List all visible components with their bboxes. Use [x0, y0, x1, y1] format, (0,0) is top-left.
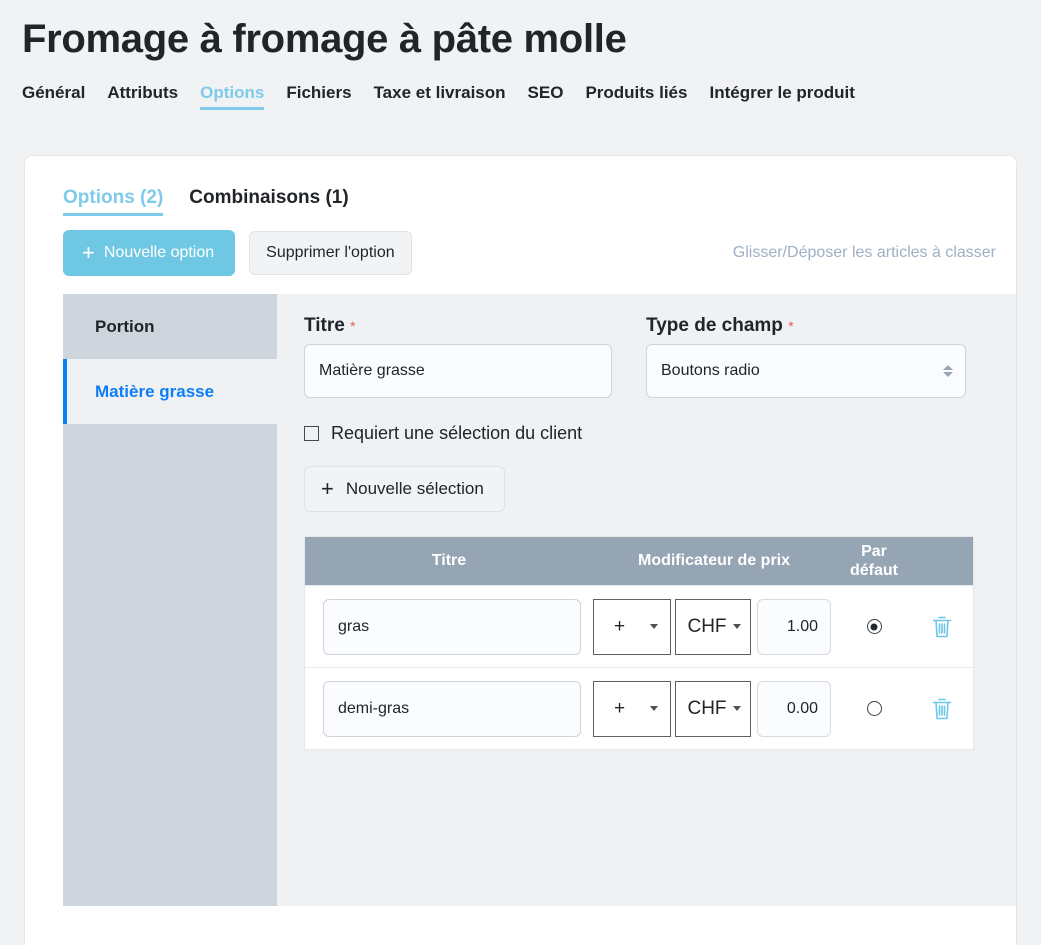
default-radio-cell: [835, 701, 913, 716]
required-marker: *: [788, 318, 794, 334]
option-list-item-matiere-grasse[interactable]: Matière grasse: [63, 359, 277, 424]
chevron-down-icon: [732, 706, 741, 711]
header-title: Titre: [431, 552, 467, 569]
price-modifier-cell: + CHF: [593, 598, 835, 655]
plus-icon: +: [82, 240, 95, 265]
default-radio-cell: [835, 619, 913, 634]
currency-select[interactable]: CHF: [675, 680, 751, 737]
currency-select[interactable]: CHF: [675, 598, 751, 655]
price-amount-input[interactable]: [757, 680, 831, 737]
tab-taxe-et-livraison[interactable]: Taxe et livraison: [374, 84, 522, 110]
delete-option-button[interactable]: Supprimer l'option: [249, 231, 412, 275]
selection-title-input[interactable]: [323, 598, 581, 655]
table-row: + CHF: [305, 667, 973, 749]
options-card: Options (2) Combinaisons (1) + Nouvelle …: [24, 155, 1017, 945]
tab-attributs[interactable]: Attributs: [107, 84, 194, 110]
required-marker: *: [350, 318, 356, 334]
field-type-group: Type de champ * Boutons radio: [646, 316, 966, 398]
chevron-down-icon: [732, 624, 741, 629]
table-row: + CHF: [305, 585, 973, 667]
page-title: Fromage à fromage à pâte molle: [22, 17, 627, 61]
price-amount-input[interactable]: [757, 598, 831, 655]
option-list: Portion Matière grasse: [63, 294, 277, 906]
new-option-label: Nouvelle option: [103, 244, 215, 261]
new-option-button[interactable]: + Nouvelle option: [63, 230, 236, 276]
currency-value: CHF: [687, 697, 727, 719]
title-field-label: Titre *: [304, 316, 612, 335]
title-field-group: Titre *: [304, 316, 612, 398]
selections-table: Titre Modificateur de prix Par défaut +: [304, 536, 974, 750]
plus-icon: +: [321, 476, 334, 501]
new-selection-button[interactable]: + Nouvelle sélection: [304, 466, 505, 512]
option-title-input[interactable]: [304, 344, 612, 398]
title-label-text: Titre: [304, 315, 345, 336]
tab-general[interactable]: Général: [22, 84, 101, 110]
require-selection-checkbox[interactable]: [304, 425, 319, 441]
header-price-modifier: Modificateur de prix: [637, 552, 791, 569]
sub-tab-combinaisons[interactable]: Combinaisons (1): [189, 188, 348, 216]
field-type-label-text: Type de champ: [646, 315, 783, 336]
drag-drop-hint: Glisser/Déposer les articles à classer: [732, 244, 996, 261]
chevron-down-icon: [650, 624, 658, 629]
selections-table-header: Titre Modificateur de prix Par défaut: [305, 537, 973, 585]
header-default-line2: défaut: [850, 562, 898, 579]
operator-value: +: [614, 697, 626, 719]
header-default: Par défaut: [835, 542, 913, 580]
operator-value: +: [614, 615, 626, 637]
require-selection-row[interactable]: Requiert une sélection du client: [304, 424, 994, 442]
options-body: Portion Matière grasse Titre * Type de c…: [25, 294, 1016, 906]
field-type-select[interactable]: Boutons radio: [646, 344, 966, 398]
tab-integrer-le-produit[interactable]: Intégrer le produit: [709, 84, 870, 110]
tab-fichiers[interactable]: Fichiers: [286, 84, 367, 110]
selection-title-cell: [305, 598, 593, 655]
new-selection-label: Nouvelle sélection: [345, 479, 484, 498]
option-fields-row: Titre * Type de champ * Boutons radio: [304, 316, 994, 398]
default-radio[interactable]: [866, 701, 882, 716]
sub-tab-options[interactable]: Options (2): [63, 188, 164, 216]
header-default-line1: Par: [861, 542, 887, 560]
operator-select[interactable]: +: [593, 598, 671, 655]
tab-options[interactable]: Options: [200, 84, 280, 110]
tab-seo[interactable]: SEO: [528, 84, 580, 110]
tab-produits-lies[interactable]: Produits liés: [585, 84, 703, 110]
currency-value: CHF: [687, 615, 727, 637]
option-list-item-portion[interactable]: Portion: [63, 294, 277, 359]
delete-row-cell: [913, 615, 971, 639]
default-radio[interactable]: [866, 619, 882, 634]
require-selection-label: Requiert une sélection du client: [331, 423, 583, 443]
field-type-label: Type de champ *: [646, 316, 966, 335]
main-tab-bar: Général Attributs Options Fichiers Taxe …: [0, 64, 1041, 110]
sub-tab-bar: Options (2) Combinaisons (1): [25, 156, 1016, 216]
selection-title-input[interactable]: [323, 680, 581, 737]
delete-row-cell: [913, 697, 971, 721]
option-detail-panel: Titre * Type de champ * Boutons radio: [277, 294, 1016, 906]
price-modifier-cell: + CHF: [593, 680, 835, 737]
trash-icon[interactable]: [931, 615, 953, 639]
operator-select[interactable]: +: [593, 680, 671, 737]
chevron-down-icon: [650, 706, 658, 711]
selection-title-cell: [305, 680, 593, 737]
options-toolbar: + Nouvelle option Supprimer l'option Gli…: [25, 216, 1016, 276]
field-type-select-wrap: Boutons radio: [646, 344, 966, 398]
trash-icon[interactable]: [931, 697, 953, 721]
